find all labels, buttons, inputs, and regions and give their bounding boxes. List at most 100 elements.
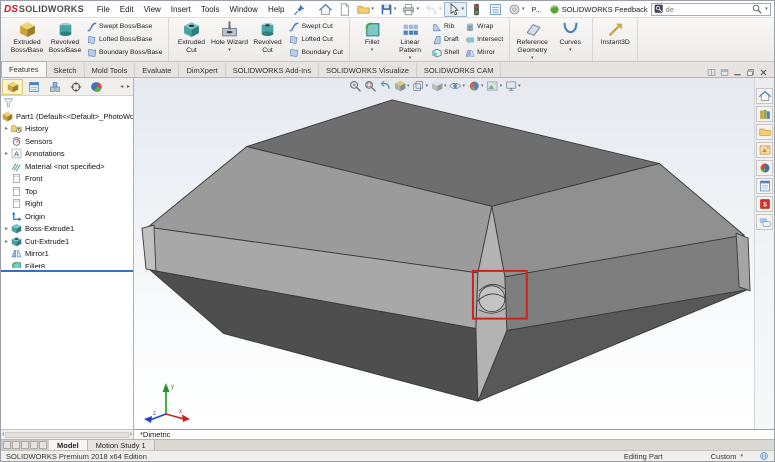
extruded-cut-button[interactable]: Extruded Cut	[172, 19, 210, 60]
tab-solidworks-cam[interactable]: SOLIDWORKS CAM	[417, 63, 502, 77]
pin-icon[interactable]	[294, 4, 305, 15]
menu-file[interactable]: File	[92, 5, 115, 14]
view-settings-button[interactable]: ▾	[505, 80, 521, 92]
tree-item-material-not-specified[interactable]: Material <not specified>	[1, 160, 133, 173]
tab-nav-icon[interactable]	[21, 441, 29, 449]
rebuild-button[interactable]	[467, 2, 486, 17]
tab-evaluate[interactable]: Evaluate	[135, 63, 179, 77]
design-library-button[interactable]	[756, 106, 773, 122]
menu-help[interactable]: Help	[263, 5, 289, 14]
swept-boss-base-button[interactable]: Swept Boss/Base	[87, 21, 162, 33]
zoom-area-button[interactable]	[364, 80, 376, 92]
file-properties-button[interactable]	[486, 2, 505, 17]
toolbar-overflow-label[interactable]: P...	[532, 5, 542, 14]
options-button[interactable]: ▾	[505, 2, 528, 17]
configuration-tab[interactable]	[44, 79, 65, 95]
panel-tab-scroll-arrows[interactable]: ◂ ▸	[120, 83, 133, 90]
tree-item-mirror1[interactable]: Mirror1	[1, 248, 133, 261]
view-palette-button[interactable]	[756, 142, 773, 158]
scroll-left-icon[interactable]: ‹	[2, 431, 4, 438]
draft-button[interactable]: Draft	[432, 34, 459, 46]
instant3d-button[interactable]: Instant3D	[596, 19, 634, 60]
split-pane-button[interactable]	[707, 68, 716, 77]
search-caret-icon[interactable]: ▾	[765, 7, 768, 12]
search-input[interactable]	[666, 5, 750, 14]
home-button[interactable]	[316, 2, 335, 17]
expand-arrow-icon[interactable]: ▸	[2, 125, 11, 132]
tab-nav-icon[interactable]	[12, 441, 20, 449]
swept-cut-button[interactable]: Swept Cut	[289, 21, 343, 33]
custom-properties-button[interactable]	[756, 178, 773, 194]
view-orientation-button[interactable]: ▾	[413, 80, 429, 92]
reference-geometry-button[interactable]: Reference Geometry▾	[513, 19, 551, 60]
filter-icon[interactable]	[3, 97, 14, 108]
tab-motion-study-1[interactable]: Motion Study 1	[88, 440, 155, 450]
panel-horizontal-scrollbar[interactable]: ‹ ›	[1, 429, 134, 439]
appearances-button[interactable]	[756, 160, 773, 176]
model-3d[interactable]	[134, 78, 774, 429]
close-button[interactable]	[759, 68, 768, 77]
tab-sketch[interactable]: Sketch	[47, 63, 85, 77]
revolved-cut-button[interactable]: Revolved Cut	[248, 19, 286, 60]
previous-view-button[interactable]	[379, 80, 391, 92]
revolved-boss-base-button[interactable]: Revolved Boss/Base	[46, 19, 84, 60]
tree-item-sensors[interactable]: Sensors	[1, 135, 133, 148]
tree-item-front[interactable]: Front	[1, 173, 133, 186]
feedback-button[interactable]: SOLIDWORKS Feedback	[549, 4, 648, 15]
boundary-boss-base-button[interactable]: Boundary Boss/Base	[87, 47, 162, 59]
new-document-button[interactable]	[335, 2, 354, 17]
dimxpert-tab[interactable]	[65, 79, 86, 95]
tab-nav-icon[interactable]	[3, 441, 11, 449]
menu-view[interactable]: View	[139, 5, 166, 14]
minimize-button[interactable]	[733, 68, 742, 77]
expand-arrow-icon[interactable]: ▸	[2, 150, 11, 157]
tab-solidworks-visualize[interactable]: SOLIDWORKS Visualize	[319, 63, 417, 77]
tree-item-annotations[interactable]: ▸AAnnotations	[1, 148, 133, 161]
file-explorer-button[interactable]	[756, 124, 773, 140]
save-button[interactable]: ▾	[377, 2, 400, 17]
tree-item-origin[interactable]: Origin	[1, 210, 133, 223]
boundary-cut-button[interactable]: Boundary Cut	[289, 47, 343, 59]
resources-home-button[interactable]	[756, 88, 773, 104]
wrap-button[interactable]: Wrap	[465, 21, 503, 33]
shell-button[interactable]: Shell	[432, 47, 459, 59]
extruded-boss-base-button[interactable]: Extruded Boss/Base	[8, 19, 46, 60]
tree-item-right[interactable]: Right	[1, 198, 133, 211]
scroll-right-icon[interactable]: ›	[130, 431, 132, 438]
expand-arrow-icon[interactable]: ▸	[2, 225, 11, 232]
rib-button[interactable]: Rib	[432, 21, 459, 33]
lofted-cut-button[interactable]: Lofted Cut	[289, 34, 343, 46]
restore-button[interactable]	[746, 68, 755, 77]
tab-model[interactable]: Model	[49, 440, 88, 450]
section-view-button[interactable]: ▾	[394, 80, 410, 92]
tab-nav-icon[interactable]	[39, 441, 47, 449]
tree-item-top[interactable]: Top	[1, 185, 133, 198]
tab-features[interactable]: Features	[1, 61, 47, 77]
mirror-button[interactable]: Mirror	[465, 47, 503, 59]
menu-tools[interactable]: Tools	[196, 5, 225, 14]
hole-wizard-button[interactable]: Hole Wizard▾	[210, 19, 248, 60]
display-manager-tab[interactable]	[86, 79, 107, 95]
display-style-button[interactable]: ▾	[431, 80, 447, 92]
forum-button[interactable]: S	[756, 196, 773, 212]
intersect-button[interactable]: Intersect	[465, 34, 503, 46]
apply-scene-button[interactable]: ▾	[487, 80, 503, 92]
corner-fillet-ball[interactable]	[479, 286, 505, 312]
tab-nav-icon[interactable]	[30, 441, 38, 449]
undo-button[interactable]: ▾	[422, 2, 445, 17]
linear-pattern-button[interactable]: Linear Pattern▾	[391, 19, 429, 60]
tree-item-part1-default-default-photoworks-d[interactable]: Part1 (Default<<Default>_PhotoWorks D	[1, 110, 133, 123]
fillet-button[interactable]: Fillet▾	[353, 19, 391, 60]
scrollbar-track[interactable]	[5, 432, 128, 438]
model-left-tip-fillet[interactable]	[142, 225, 156, 271]
hide-show-button[interactable]: ▾	[450, 80, 466, 92]
tree-item-boss-extrude1[interactable]: ▸Boss-Extrude1	[1, 223, 133, 236]
search-magnifier-icon[interactable]	[752, 4, 762, 14]
tab-solidworks-add-ins[interactable]: SOLIDWORKS Add-Ins	[226, 63, 319, 77]
edit-appearance-button[interactable]: ▾	[468, 80, 484, 92]
graphics-area[interactable]: ▾▾▾▾▾▾▾ S y x z	[134, 78, 774, 429]
menu-edit[interactable]: Edit	[115, 5, 139, 14]
tree-item-cut-extrude1[interactable]: ▸Cut-Extrude1	[1, 235, 133, 248]
tab-mold-tools[interactable]: Mold Tools	[85, 63, 136, 77]
select-cursor-button[interactable]: ▾	[444, 2, 467, 17]
